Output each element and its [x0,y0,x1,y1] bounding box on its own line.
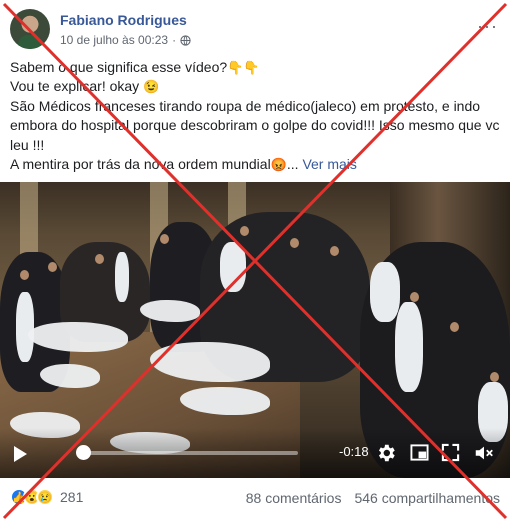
author-name[interactable]: Fabiano Rodrigues [60,12,187,28]
pointing-down-emoji: 👇👇 [227,60,260,75]
post-header: Fabiano Rodrigues 10 de julho às 00:23 ·… [10,8,500,52]
shares-count[interactable]: 546 compartilhamentos [354,490,500,506]
globe-icon [180,34,191,46]
video-player[interactable]: -0:18 [0,182,510,478]
post-line-3: São Médicos franceses tirando roupa de m… [10,97,500,153]
fullscreen-icon[interactable] [441,443,460,462]
pip-icon[interactable] [410,443,429,462]
meta-separator: · [172,33,177,47]
progress-track[interactable] [80,451,298,455]
time-remaining: -0:18 [339,444,369,459]
angry-emoji: 😡 [270,157,287,173]
post-timestamp[interactable]: 10 de julho às 00:23 [60,33,168,47]
post-line-2: Vou te explicar! okay 😉 [10,78,160,95]
post-footer: 👍 😮 😢 281 88 comentários 546 compartilha… [0,478,510,522]
see-more-link[interactable]: Ver mais [302,156,356,172]
wink-emoji: 😉 [143,79,160,95]
sad-icon: 😢 [36,488,54,506]
progress-handle[interactable] [76,445,91,460]
engagement-stats: 88 comentários 546 compartilhamentos [246,490,500,506]
author-avatar[interactable] [10,9,50,49]
post-text: Sabem o que significa esse vídeo?👇👇 Vou … [10,58,502,174]
more-options-icon[interactable]: ··· [477,16,498,37]
post-line-1: Sabem o que significa esse vídeo?👇👇 [10,59,260,75]
volume-icon[interactable] [473,442,495,464]
reaction-count: 281 [60,489,84,505]
post-meta: 10 de julho às 00:23 · [60,33,191,47]
facebook-post: Fabiano Rodrigues 10 de julho às 00:23 ·… [0,0,510,522]
video-controls: -0:18 [0,428,510,478]
comments-count[interactable]: 88 comentários [246,490,342,506]
reactions-summary[interactable]: 👍 😮 😢 281 [10,488,83,506]
gear-icon[interactable] [375,442,397,464]
post-line-4: A mentira por trás da nova ordem mundial… [10,156,357,173]
play-icon[interactable] [14,446,27,462]
